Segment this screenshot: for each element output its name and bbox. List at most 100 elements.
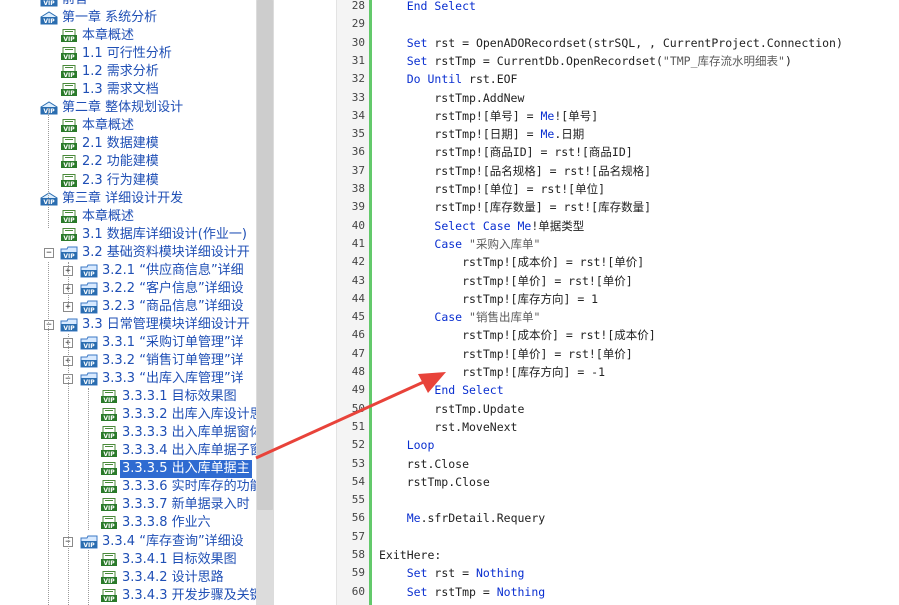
tree-item[interactable]: VIP 3.3.4.2 设计思路 [0,569,256,587]
svg-text:VIP: VIP [63,181,75,188]
tree-item[interactable]: VIP 3.3.3.6 实时库存的功能 [0,478,256,496]
svg-text:VIP: VIP [103,469,115,476]
tree-item[interactable]: VIP 3.3.3.7 新单据录入时 [0,496,256,514]
tree-item[interactable]: VIP 1.3 需求文档 [0,81,256,99]
tree-item[interactable]: VIP 前言 [0,0,256,9]
tree-item[interactable]: VIP 1.1 可行性分析 [0,45,256,63]
tree-item[interactable]: VIP −3.3.4 “库存查询”详细设 [0,533,256,551]
code-line[interactable]: Select Case Me!单据类型 [379,217,584,235]
code-line[interactable]: rstTmp![商品ID] = rst![商品ID] [379,143,632,161]
tree-item[interactable]: VIP 第二章 整体规划设计 [0,99,256,117]
code-line[interactable]: rstTmp![日期] = Me.日期 [379,125,584,143]
tree-item[interactable]: VIP 3.1 数据库详细设计(作业一) [0,226,256,244]
code-line[interactable]: Set rstTmp = CurrentDb.OpenRecordset("TM… [379,52,792,70]
code-text: rstTmp.Close [379,474,490,489]
tree-item[interactable]: VIP 第一章 系统分析 [0,9,256,27]
tree-item[interactable]: VIP − 3.3 日常管理模块详细设计开 [0,316,256,334]
tree-item[interactable]: VIP +3.3.1 “采购订单管理”详 [0,334,256,352]
tree-item[interactable]: VIP 2.3 行为建模 [0,172,256,190]
code-text: rstTmp![库存数量] = rst![库存数量] [379,200,652,215]
tree-item[interactable]: VIP 3.3.4.1 目标效果图 [0,551,256,569]
tree-item-label: 3.3.3.6 实时库存的功能 [122,479,256,495]
collapse-toggle-icon[interactable]: − [44,247,54,258]
tree-item[interactable]: VIP 3.3.4.3 开发步骤及关键 [0,587,256,605]
code-text: rstTmp = CurrentDb.OpenRecordset( [427,53,663,68]
tree-scrollbar-thumb[interactable] [257,0,273,510]
code-line[interactable]: rstTmp![单价] = rst![单价] [379,272,633,290]
code-line[interactable]: rst.Close [379,455,469,473]
code-text: ) [784,53,792,68]
code-line[interactable]: Set rstTmp = Nothing [379,583,546,601]
code-editor[interactable]: 28 29 30 31 32 33 34 35 36 37 38 39 40 41 42 43 44 45 46 47… [336,0,899,605]
code-line[interactable]: rstTmp![单价] = rst![单价] [379,345,633,363]
code-line[interactable]: rstTmp![成本价] = rst![成本价] [379,326,656,344]
tree-item[interactable]: VIP 本章概述 [0,27,256,45]
code-line[interactable]: rstTmp![库存方向] = 1 [379,290,598,308]
code-line[interactable]: rstTmp![单号] = Me![单号] [379,107,598,125]
code-line[interactable]: rst.MoveNext [379,418,517,436]
svg-text:VIP: VIP [63,126,75,133]
code-line[interactable]: Case "销售出库单" [379,308,540,326]
svg-text:VIP: VIP [83,379,95,386]
line-number: 56 [351,511,365,525]
code-line[interactable]: rstTmp![单位] = rst![单位] [379,180,605,198]
tree-item-label: 3.2.1 “供应商信息”详细 [102,262,244,278]
tree-item[interactable]: VIP +3.2.3 “商品信息”详细设 [0,298,256,316]
tree-item[interactable]: VIP 2.2 功能建模 [0,153,256,171]
code-line[interactable]: Loop [379,436,435,454]
svg-text:VIP: VIP [103,451,115,458]
code-line[interactable]: Do Until rst.EOF [379,70,518,88]
code-line[interactable]: rstTmp.AddNew [379,89,524,107]
line-number: 51 [351,419,365,433]
code-line[interactable]: ExitHere: [379,546,441,564]
code-keyword: Nothing [496,584,546,599]
code-line[interactable]: rstTmp.Close [379,473,490,491]
tree-item[interactable]: VIP −3.3.3 “出库入库管理”详 [0,370,256,388]
code-line[interactable]: rstTmp.Update [379,400,524,418]
tree-item[interactable]: VIP 本章概述 [0,208,256,226]
tree-item[interactable]: VIP 2.1 数据建模 [0,135,256,153]
code-line[interactable]: rstTmp![品名规格] = rst![品名规格] [379,162,651,180]
code-text: ![单号] [554,108,599,123]
tree-item[interactable]: VIP 3.3.3.8 作业六 [0,514,256,532]
tree-item[interactable]: VIP − 3.2 基础资料模块详细设计开 [0,244,256,262]
code-text: rstTmp![成本价] = rst![成本价] [379,328,656,343]
svg-text:VIP: VIP [103,578,115,585]
tree-item[interactable]: VIP 3.3.3.2 出库入库设计思 [0,406,256,424]
tree-item[interactable]: VIP 第三章 详细设计开发 [0,190,256,208]
code-line[interactable]: Set rst = OpenADORecordset(strSQL, , Cur… [379,34,843,52]
code-line[interactable]: Me.sfrDetail.Requery [379,509,545,527]
code-line[interactable]: rstTmp![成本价] = rst![单价] [379,253,644,271]
code-line[interactable]: End Select [379,381,503,399]
tree-item[interactable]: VIP +3.2.2 “客户信息”详细设 [0,280,256,298]
code-line[interactable]: rstTmp![库存方向] = -1 [379,363,605,381]
tree-scrollbar[interactable] [256,0,274,605]
code-text: rst.EOF [462,72,518,87]
tree-item[interactable]: VIP +3.2.1 “供应商信息”详细 [0,262,256,280]
tree-item-label: 3.3.3.1 目标效果图 [122,389,237,405]
tree-item[interactable]: VIP 1.2 需求分析 [0,63,256,81]
collapse-toggle-icon[interactable]: − [44,319,54,330]
tree-item[interactable]: VIP 3.3.3.5 出入库单据主 [0,460,256,479]
code-line[interactable]: End Select [379,0,476,15]
tree-item[interactable]: VIP 本章概述 [0,117,256,135]
vip-page-icon: VIP [60,47,78,61]
code-line[interactable]: Set rst = Nothing [379,564,525,582]
tree-item[interactable]: VIP +3.3.2 “销售订单管理”详 [0,352,256,370]
code-keyword: Loop [406,438,435,453]
svg-text:VIP: VIP [63,54,75,61]
code-line[interactable]: rstTmp![库存数量] = rst![库存数量] [379,198,651,216]
tree-item[interactable]: VIP 3.3.3.3 出入库单据窗体 [0,424,256,442]
vip-page-icon: VIP [100,390,118,404]
code-line[interactable]: Case "采购入库单" [379,235,540,253]
code-text: .日期 [554,127,585,142]
tree-item[interactable]: VIP 3.3.3.1 目标效果图 [0,388,256,406]
tree-item-label: 2.2 功能建模 [82,154,159,170]
vip-folder-icon: VIP [80,535,98,549]
tree-item[interactable]: VIP 3.3.3.4 出入库单据子窗 [0,442,256,460]
line-number: 57 [351,529,365,543]
